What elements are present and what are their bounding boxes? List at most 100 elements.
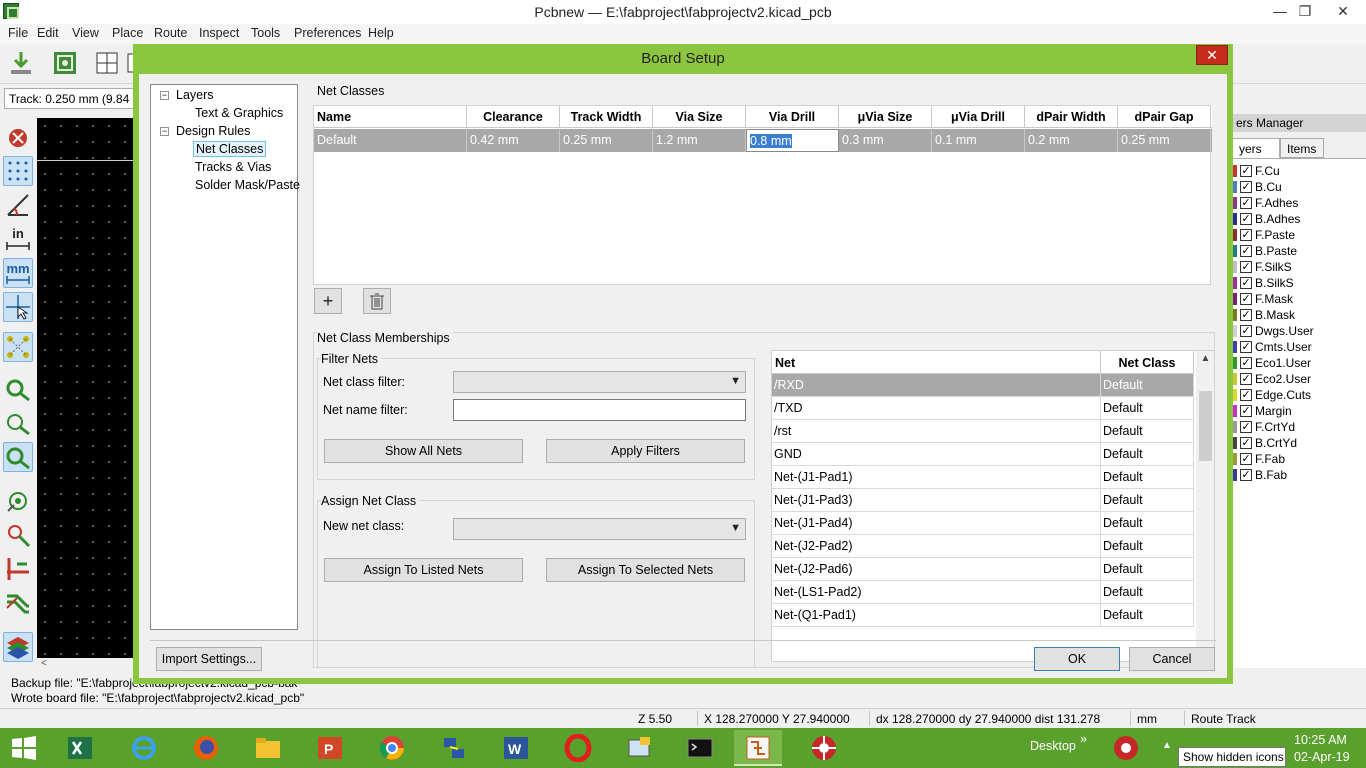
delete-net-class-button[interactable] (363, 288, 391, 314)
taskbar-cmd[interactable] (676, 730, 724, 766)
name-filter-input[interactable] (453, 399, 746, 421)
layer-row[interactable]: ✓ Dwgs.User (1232, 323, 1366, 339)
layer-visibility-checkbox[interactable]: ✓ (1240, 341, 1252, 353)
menu-route[interactable]: Route (154, 26, 187, 40)
col-dpair-gap[interactable]: dPair Gap (1118, 106, 1211, 128)
net-row[interactable]: Net-(J2-Pad6) Default (772, 558, 1194, 581)
layer-row[interactable]: ✓ F.Fab (1232, 451, 1366, 467)
assign-selected-nets-button[interactable]: Assign To Selected Nets (546, 558, 745, 582)
track-sketch-icon[interactable] (3, 554, 33, 584)
zone-outline-icon[interactable] (3, 408, 33, 438)
pcb-canvas[interactable] (37, 118, 133, 658)
menu-tools[interactable]: Tools (251, 26, 280, 40)
layer-row[interactable]: ✓ Cmts.User (1232, 339, 1366, 355)
maximize-button[interactable]: ❐ (1290, 0, 1320, 22)
menu-file[interactable]: File (8, 26, 28, 40)
net-class-row-default[interactable]: Default 0.42 mm 0.25 mm 1.2 mm 0.8 mm 0.… (314, 129, 1212, 152)
layer-visibility-checkbox[interactable]: ✓ (1240, 309, 1252, 321)
layer-visibility-checkbox[interactable]: ✓ (1240, 373, 1252, 385)
taskbar-powerpoint[interactable]: P (306, 730, 354, 766)
net-row[interactable]: GND Default (772, 443, 1194, 466)
net-name-cell[interactable]: GND (772, 443, 1101, 466)
canvas-hscroll[interactable]: < (37, 658, 133, 672)
layer-row[interactable]: ✓ Edge.Cuts (1232, 387, 1366, 403)
high-contrast-icon[interactable] (3, 588, 33, 618)
layer-row[interactable]: ✓ B.Adhes (1232, 211, 1366, 227)
cell-clearance[interactable]: 0.42 mm (467, 129, 560, 152)
board-setup-icon[interactable] (50, 48, 80, 78)
layer-visibility-checkbox[interactable]: ✓ (1240, 245, 1252, 257)
zone-fill-icon[interactable] (3, 442, 33, 472)
layer-row[interactable]: ✓ B.SilkS (1232, 275, 1366, 291)
save-board-icon[interactable] (6, 48, 36, 78)
import-settings-button[interactable]: Import Settings... (156, 647, 262, 671)
layer-visibility-checkbox[interactable]: ✓ (1240, 325, 1252, 337)
net-class-cell[interactable]: Default (1101, 581, 1194, 604)
layer-visibility-checkbox[interactable]: ✓ (1240, 293, 1252, 305)
net-name-cell[interactable]: Net-(Q1-Pad1) (772, 604, 1101, 627)
cancel-button[interactable]: Cancel (1129, 647, 1215, 671)
mm-units-icon[interactable]: mm (3, 258, 33, 288)
cell-via-drill-editor[interactable]: 0.8 mm (746, 129, 839, 152)
via-sketch-icon[interactable] (3, 520, 33, 550)
layer-row[interactable]: ✓ B.Fab (1232, 467, 1366, 483)
pad-sketch-icon[interactable] (3, 486, 33, 516)
clock-time[interactable]: 10:25 AM (1294, 733, 1347, 747)
tab-layers[interactable]: yers (1232, 138, 1280, 158)
net-name-cell[interactable]: Net-(J2-Pad6) (772, 558, 1101, 581)
net-name-cell[interactable]: Net-(J1-Pad3) (772, 489, 1101, 512)
layer-visibility-checkbox[interactable]: ✓ (1240, 229, 1252, 241)
taskbar-ie[interactable] (120, 730, 168, 766)
taskbar-firefox[interactable] (182, 730, 230, 766)
layer-row[interactable]: ✓ F.Mask (1232, 291, 1366, 307)
taskbar-app[interactable] (616, 730, 664, 766)
polar-coords-icon[interactable] (3, 190, 33, 220)
menu-place[interactable]: Place (112, 26, 143, 40)
net-class-cell[interactable]: Default (1101, 558, 1194, 581)
net-row[interactable]: Net-(J2-Pad2) Default (772, 535, 1194, 558)
net-name-cell[interactable]: /TXD (772, 397, 1101, 420)
col-via-size[interactable]: Via Size (653, 106, 746, 128)
tree-item-text-graphics[interactable]: Text & Graphics (195, 106, 283, 120)
net-name-cell[interactable]: /RXD (772, 374, 1101, 397)
drc-off-icon[interactable] (3, 122, 33, 152)
inches-units-icon[interactable]: in (3, 224, 33, 254)
desktop-chevron[interactable]: » (1080, 732, 1087, 746)
layer-row[interactable]: ✓ F.CrtYd (1232, 419, 1366, 435)
cell-uvia-size[interactable]: 0.3 mm (839, 129, 932, 152)
layer-row[interactable]: ✓ F.Paste (1232, 227, 1366, 243)
apply-filters-button[interactable]: Apply Filters (546, 439, 745, 463)
tree-item-solder-mask[interactable]: Solder Mask/Paste (195, 178, 300, 192)
taskbar-word[interactable]: W (492, 730, 540, 766)
layer-row[interactable]: ✓ B.CrtYd (1232, 435, 1366, 451)
show-zones-icon[interactable] (3, 374, 33, 404)
menu-preferences[interactable]: Preferences (294, 26, 361, 40)
cell-track-width[interactable]: 0.25 mm (560, 129, 653, 152)
layer-visibility-checkbox[interactable]: ✓ (1240, 357, 1252, 369)
net-class-cell[interactable]: Default (1101, 443, 1194, 466)
net-class-cell[interactable]: Default (1101, 604, 1194, 627)
taskbar-kicad[interactable] (800, 730, 848, 766)
ok-button[interactable]: OK (1034, 647, 1120, 671)
col-name[interactable]: Name (314, 106, 467, 128)
cursor-shape-icon[interactable] (3, 292, 33, 322)
layer-row[interactable]: ✓ Eco2.User (1232, 371, 1366, 387)
layer-row[interactable]: ✓ Margin (1232, 403, 1366, 419)
scroll-thumb[interactable] (1199, 391, 1212, 461)
net-class-cell[interactable]: Default (1101, 374, 1194, 397)
net-row[interactable]: Net-(LS1-Pad2) Default (772, 581, 1194, 604)
layer-visibility-checkbox[interactable]: ✓ (1240, 165, 1252, 177)
taskbar-pcbnew[interactable] (734, 730, 782, 766)
col-via-drill[interactable]: Via Drill (746, 106, 839, 128)
menu-help[interactable]: Help (368, 26, 394, 40)
net-name-cell[interactable]: /rst (772, 420, 1101, 443)
tree-item-layers[interactable]: Layers (176, 88, 214, 102)
taskbar-chrome[interactable] (368, 730, 416, 766)
page-settings-icon[interactable] (92, 48, 122, 78)
taskbar-kicad-tray[interactable] (1102, 730, 1150, 766)
menu-view[interactable]: View (72, 26, 99, 40)
layer-visibility-checkbox[interactable]: ✓ (1240, 181, 1252, 193)
menu-inspect[interactable]: Inspect (199, 26, 239, 40)
net-row[interactable]: Net-(J1-Pad4) Default (772, 512, 1194, 535)
layer-row[interactable]: ✓ F.SilkS (1232, 259, 1366, 275)
